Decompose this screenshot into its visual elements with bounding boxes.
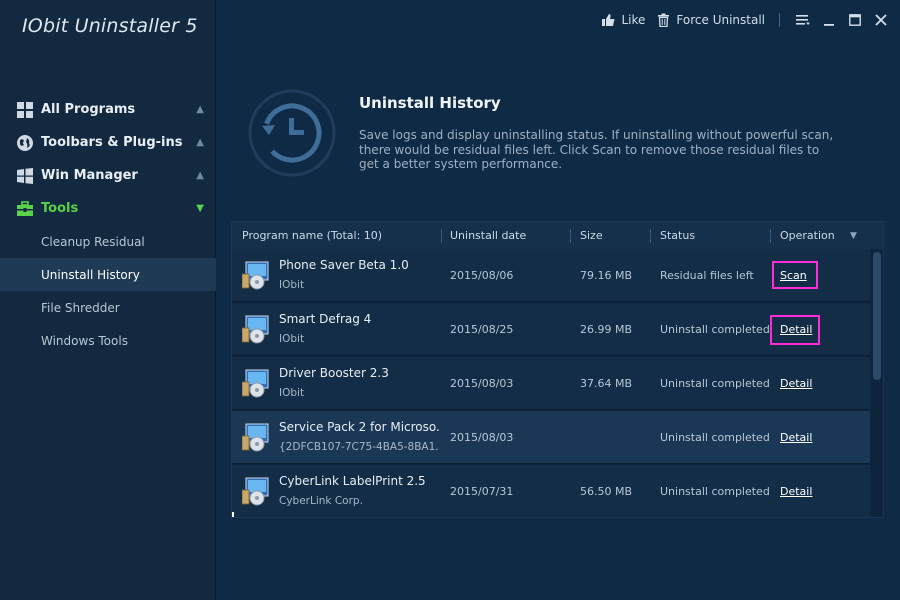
minimize-icon — [824, 24, 834, 26]
table-row[interactable]: Service Pack 2 for Microso... {2DFCB107-… — [232, 411, 870, 464]
title-bar: Like Force Uninstall — [601, 0, 900, 40]
trash-icon — [658, 13, 670, 27]
like-button[interactable]: Like — [601, 13, 645, 27]
table-row[interactable]: Smart Defrag 4 IObit 2015/08/25 26.99 MB… — [232, 303, 870, 356]
installer-package-icon — [242, 315, 269, 344]
toolbox-icon — [16, 200, 34, 218]
program-publisher: {2DFCB107-7C75-4BA5-8BA1... — [279, 441, 439, 453]
windows-grid-icon — [16, 101, 34, 119]
sidebar: IObit Uninstaller 5 All Programs ▲ Toolb… — [0, 0, 216, 600]
program-publisher: CyberLink Corp. — [279, 495, 363, 507]
program-size: 79.16 MB — [580, 269, 633, 282]
sidebar-item-label: Tools — [41, 201, 79, 216]
program-publisher: IObit — [279, 333, 305, 345]
sidebar-subitem-file-shredder[interactable]: File Shredder — [0, 291, 216, 324]
uninstall-status: Residual files left — [660, 269, 754, 282]
sidebar-item-label: Toolbars & Plug-ins — [41, 135, 183, 150]
close-icon — [875, 14, 887, 26]
table-row[interactable]: Driver Booster 2.3 IObit 2015/08/03 37.6… — [232, 357, 870, 410]
globe-icon — [16, 134, 34, 152]
uninstall-status: Uninstall completed — [660, 377, 770, 390]
collapse-arrow-icon: ▲ — [196, 137, 204, 148]
column-header-program-name[interactable]: Program name (Total: 10) — [242, 222, 382, 249]
sidebar-item-label: Win Manager — [41, 168, 138, 183]
scrollbar-thumb[interactable] — [873, 252, 881, 380]
uninstall-status: Uninstall completed — [660, 431, 770, 444]
detail-link[interactable]: Detail — [780, 431, 812, 444]
divider — [779, 13, 780, 27]
sidebar-subitem-cleanup-residual[interactable]: Cleanup Residual — [0, 225, 216, 258]
uninstall-date: 2015/08/25 — [450, 323, 514, 336]
scan-link[interactable]: Scan — [780, 269, 807, 282]
program-name: Phone Saver Beta 1.0 — [279, 258, 409, 272]
force-uninstall-button[interactable]: Force Uninstall — [657, 13, 765, 27]
sidebar-item-toolbars[interactable]: Toolbars & Plug-ins ▲ — [0, 126, 216, 159]
program-publisher: IObit — [279, 279, 305, 291]
sidebar-item-all-programs[interactable]: All Programs ▲ — [0, 93, 216, 126]
table-row[interactable]: Phone Saver Beta 1.0 IObit 2015/08/06 79… — [232, 249, 870, 302]
detail-link[interactable]: Detail — [780, 377, 812, 390]
column-header-uninstall-date[interactable]: Uninstall date — [450, 222, 526, 249]
sidebar-subitem-uninstall-history[interactable]: Uninstall History — [0, 258, 216, 291]
column-divider — [570, 229, 571, 243]
uninstall-date: 2015/07/31 — [450, 485, 514, 498]
maximize-icon — [849, 14, 861, 26]
detail-link[interactable]: Detail — [780, 323, 812, 336]
installer-package-icon — [242, 477, 269, 506]
uninstall-date: 2015/08/03 — [450, 431, 514, 444]
menu-button[interactable] — [790, 7, 816, 33]
program-size: 26.99 MB — [580, 323, 633, 336]
detail-link[interactable]: Detail — [780, 485, 812, 498]
program-size: 37.64 MB — [580, 377, 633, 390]
thumbs-up-icon — [602, 14, 615, 26]
minimize-button[interactable] — [816, 7, 842, 33]
column-divider — [650, 229, 651, 243]
column-header-status[interactable]: Status — [660, 222, 695, 249]
text-cursor — [232, 512, 234, 517]
program-name: Driver Booster 2.3 — [279, 366, 389, 380]
column-header-operation[interactable]: Operation — [780, 222, 835, 249]
uninstall-date: 2015/08/03 — [450, 377, 514, 390]
sidebar-item-win-manager[interactable]: Win Manager ▲ — [0, 159, 216, 192]
table-header: Program name (Total: 10) Uninstall date … — [232, 222, 883, 249]
close-button[interactable] — [868, 7, 894, 33]
collapse-arrow-icon: ▲ — [196, 170, 204, 181]
collapse-arrow-icon: ▲ — [196, 104, 204, 115]
table-row[interactable]: CyberLink LabelPrint 2.5 CyberLink Corp.… — [232, 465, 870, 517]
app-title: IObit Uninstaller 5 — [22, 15, 198, 37]
maximize-button[interactable] — [842, 7, 868, 33]
sidebar-subitem-windows-tools[interactable]: Windows Tools — [0, 324, 216, 357]
page-description: Save logs and display uninstalling statu… — [359, 128, 834, 171]
program-publisher: IObit — [279, 387, 305, 399]
program-name: CyberLink LabelPrint 2.5 — [279, 474, 426, 488]
windows-logo-icon — [16, 167, 34, 185]
program-size: 56.50 MB — [580, 485, 633, 498]
uninstall-date: 2015/08/06 — [450, 269, 514, 282]
sidebar-item-tools[interactable]: Tools ▼ — [0, 192, 216, 225]
column-header-size[interactable]: Size — [580, 222, 603, 249]
uninstall-status: Uninstall completed — [660, 485, 770, 498]
program-name: Smart Defrag 4 — [279, 312, 372, 326]
page-title: Uninstall History — [359, 94, 501, 112]
installer-package-icon — [242, 423, 269, 452]
menu-icon — [796, 15, 810, 25]
column-options-dropdown-icon[interactable]: ▼ — [850, 222, 857, 249]
uninstall-history-table: Program name (Total: 10) Uninstall date … — [231, 221, 884, 518]
installer-package-icon — [242, 261, 269, 290]
program-name: Service Pack 2 for Microso... — [279, 420, 439, 434]
history-clock-icon — [248, 89, 336, 177]
expand-arrow-icon: ▼ — [196, 203, 204, 214]
installer-package-icon — [242, 369, 269, 398]
sidebar-item-label: All Programs — [41, 102, 136, 117]
force-uninstall-label: Force Uninstall — [676, 13, 765, 27]
like-label: Like — [621, 13, 646, 27]
sidebar-nav: All Programs ▲ Toolbars & Plug-ins ▲ Win… — [0, 93, 216, 357]
uninstall-status: Uninstall completed — [660, 323, 770, 336]
column-divider — [441, 229, 442, 243]
column-divider — [770, 229, 771, 243]
